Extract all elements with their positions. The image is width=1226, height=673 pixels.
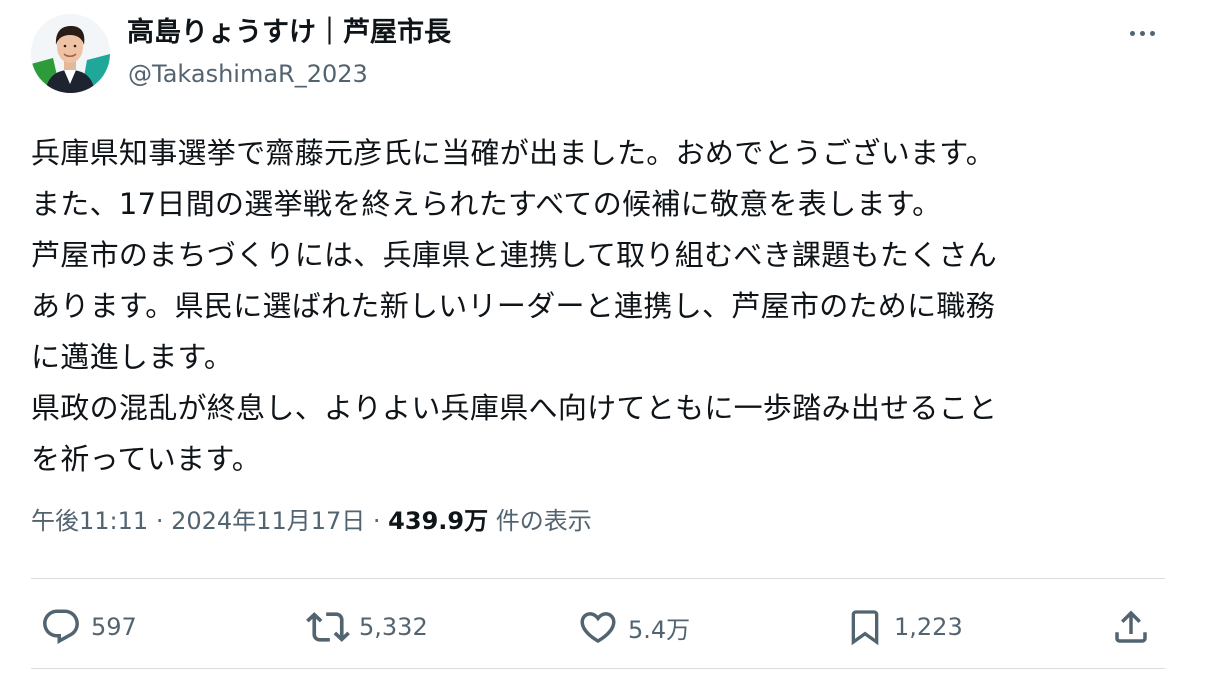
reply-button[interactable]: 597 xyxy=(40,606,137,648)
divider xyxy=(31,668,1165,669)
like-button[interactable]: 5.4万 xyxy=(577,606,690,648)
post-text-line: を祈っています。 xyxy=(31,442,262,476)
post-text-line: 県政の混乱が終息し、よりよい兵庫県へ向けてともに一歩踏み出せること xyxy=(31,391,998,425)
heart-icon xyxy=(580,612,616,644)
bookmark-count: 1,223 xyxy=(894,613,963,641)
post-meta: 午後11:11 · 2024年11月17日 · 439.9万 件の表示 xyxy=(31,503,592,539)
share-icon xyxy=(1115,610,1147,643)
post-date[interactable]: 2024年11月17日 xyxy=(171,507,365,535)
divider xyxy=(31,578,1165,579)
avatar[interactable] xyxy=(31,14,110,93)
more-horizontal-icon xyxy=(1129,30,1135,36)
more-options-button[interactable] xyxy=(1118,16,1166,50)
more-horizontal-icon-dot xyxy=(1149,30,1155,36)
post-text-line: あります。県民に選ばれた新しいリーダーと連携し、芦屋市のために職務 xyxy=(31,289,996,323)
repost-count: 5,332 xyxy=(359,613,428,641)
bookmark-button[interactable]: 1,223 xyxy=(845,606,963,648)
post-text-line: に邁進します。 xyxy=(31,340,234,374)
post-text: 兵庫県知事選挙で齋藤元彦氏に当確が出ました。おめでとうございます。 また、17日… xyxy=(31,128,1191,485)
post-time[interactable]: 午後11:11 xyxy=(31,507,148,535)
reply-count: 597 xyxy=(91,613,137,641)
post-text-line: 兵庫県知事選挙で齋藤元彦氏に当確が出ました。おめでとうございます。 xyxy=(31,136,996,170)
repost-button[interactable]: 5,332 xyxy=(306,606,428,648)
reply-icon xyxy=(43,609,79,644)
post-text-line: また、17日間の選挙戦を終えられたすべての候補に敬意を表します。 xyxy=(31,187,942,221)
repost-icon xyxy=(306,612,350,642)
bookmark-icon xyxy=(851,610,879,646)
share-button[interactable] xyxy=(1110,606,1152,648)
author-display-name[interactable]: 高島りょうすけ｜芦屋市長 xyxy=(127,15,451,51)
views-count[interactable]: 439.9万 xyxy=(388,507,488,535)
meta-separator: · xyxy=(155,507,164,535)
author-handle[interactable]: @TakashimaR_2023 xyxy=(128,58,368,90)
post-detail: 高島りょうすけ｜芦屋市長 @TakashimaR_2023 兵庫県知事選挙で齋藤… xyxy=(0,0,1226,673)
like-count: 5.4万 xyxy=(628,615,691,644)
post-text-line: 芦屋市のまちづくりには、兵庫県と連携して取り組むべき課題もたくさん xyxy=(31,238,998,272)
avatar-image xyxy=(31,14,110,93)
meta-separator: · xyxy=(372,507,381,535)
more-horizontal-icon-dot xyxy=(1139,30,1145,36)
views-label[interactable]: 件の表示 xyxy=(496,507,592,535)
